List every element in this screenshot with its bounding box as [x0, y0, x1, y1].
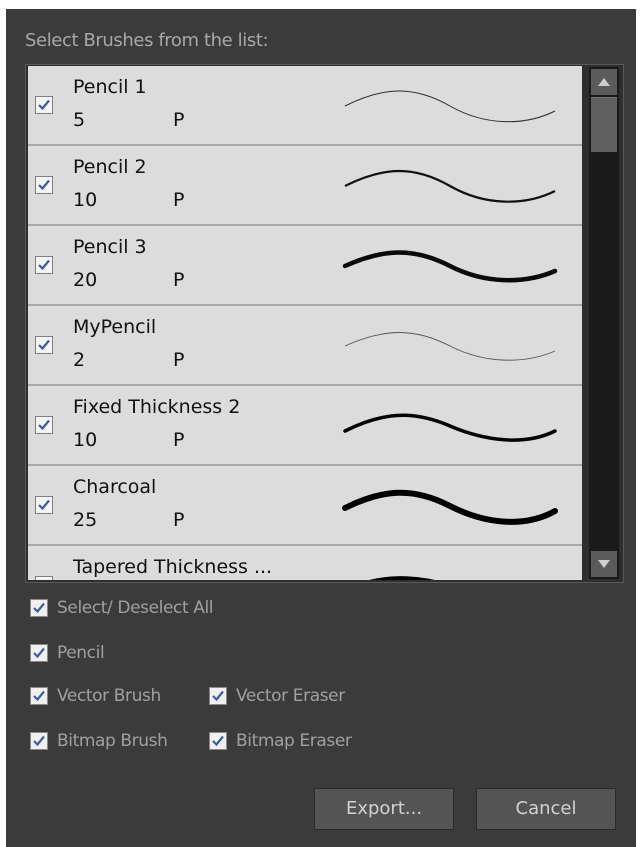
scroll-up-button[interactable] [591, 69, 617, 95]
brush-row-pencil-3[interactable]: Pencil 3 20 P [28, 226, 582, 306]
brush-checkbox[interactable] [35, 96, 53, 114]
brush-row-mypencil[interactable]: MyPencil 2 P [28, 306, 582, 386]
brush-name: MyPencil [73, 316, 157, 338]
checkmark-icon [38, 259, 50, 271]
checkmark-icon [212, 690, 224, 702]
brush-name: Fixed Thickness 2 [73, 396, 241, 418]
brush-row-charcoal[interactable]: Charcoal 25 P [28, 466, 582, 546]
scroll-thumb[interactable] [591, 97, 617, 152]
checkmark-icon [38, 179, 50, 191]
bitmap-brush-label: Bitmap Brush [57, 731, 168, 751]
checkmark-icon [38, 339, 50, 351]
vector-brush-label: Vector Brush [57, 686, 161, 706]
brush-type: P [173, 269, 185, 291]
checkmark-icon [33, 602, 45, 614]
arrow-up-icon [598, 78, 610, 86]
brush-type: P [173, 349, 185, 371]
brush-type: P [173, 429, 185, 451]
brush-name: Pencil 2 [73, 156, 147, 178]
brush-row-tapered-thickness[interactable]: Tapered Thickness ... [28, 546, 582, 580]
checkmark-icon [38, 419, 50, 431]
brush-checkbox[interactable] [35, 496, 53, 514]
brush-checkbox[interactable] [35, 576, 53, 580]
list-header-label: Select Brushes from the list: [25, 30, 269, 51]
select-all-checkbox[interactable] [30, 599, 48, 617]
brush-list-viewport: Pencil 1 5 P Pencil 2 10 P Pencil 3 20 P… [28, 66, 582, 580]
brush-stroke-preview [342, 489, 558, 525]
brush-size: 2 [73, 349, 86, 371]
brush-size: 5 [73, 109, 86, 131]
brush-stroke-preview [343, 413, 557, 442]
brush-stroke-preview [369, 576, 435, 580]
brush-stroke-preview [342, 250, 558, 283]
brush-stroke-preview [344, 170, 556, 203]
checkmark-icon [212, 735, 224, 747]
brush-list[interactable]: Pencil 1 5 P Pencil 2 10 P Pencil 3 20 P… [25, 64, 624, 583]
brush-size: 20 [73, 269, 98, 291]
brush-name: Tapered Thickness ... [73, 556, 273, 578]
brush-row-pencil-2[interactable]: Pencil 2 10 P [28, 146, 582, 226]
brush-type: P [173, 109, 185, 131]
brush-name: Pencil 1 [73, 76, 147, 98]
brush-checkbox[interactable] [35, 416, 53, 434]
list-scrollbar[interactable] [589, 67, 619, 579]
brush-stroke-preview [344, 90, 556, 123]
scroll-down-button[interactable] [591, 551, 617, 577]
vector-eraser-checkbox[interactable] [209, 687, 227, 705]
brush-name: Pencil 3 [73, 236, 147, 258]
vector-brush-checkbox[interactable] [30, 687, 48, 705]
checkmark-icon [33, 690, 45, 702]
brush-row-fixed-thickness-2[interactable]: Fixed Thickness 2 10 P [28, 386, 582, 466]
brush-stroke-preview [344, 332, 556, 361]
brush-name: Charcoal [73, 476, 157, 498]
cancel-button[interactable]: Cancel [476, 788, 616, 830]
brush-checkbox[interactable] [35, 336, 53, 354]
checkmark-icon [47, 579, 49, 580]
brush-row-pencil-1[interactable]: Pencil 1 5 P [28, 66, 582, 146]
checkmark-icon [38, 99, 50, 111]
bitmap-brush-checkbox[interactable] [30, 732, 48, 750]
checkmark-icon [38, 499, 50, 511]
arrow-down-icon [598, 560, 610, 568]
vector-eraser-label: Vector Eraser [236, 686, 345, 706]
checkmark-icon [33, 647, 45, 659]
pencil-checkbox[interactable] [30, 644, 48, 662]
brush-size: 10 [73, 429, 98, 451]
brush-size: 25 [73, 509, 98, 531]
brush-size: 10 [73, 189, 98, 211]
export-brushes-dialog: Select Brushes from the list: Pencil 1 5… [6, 9, 636, 847]
bitmap-eraser-label: Bitmap Eraser [236, 731, 352, 751]
brush-checkbox[interactable] [35, 176, 53, 194]
export-button[interactable]: Export... [314, 788, 454, 830]
pencil-label: Pencil [57, 643, 105, 663]
select-all-label: Select/ Deselect All [57, 598, 214, 618]
brush-checkbox[interactable] [35, 256, 53, 274]
bitmap-eraser-checkbox[interactable] [209, 732, 227, 750]
brush-type: P [173, 509, 185, 531]
checkmark-icon [33, 735, 45, 747]
brush-type: P [173, 189, 185, 211]
